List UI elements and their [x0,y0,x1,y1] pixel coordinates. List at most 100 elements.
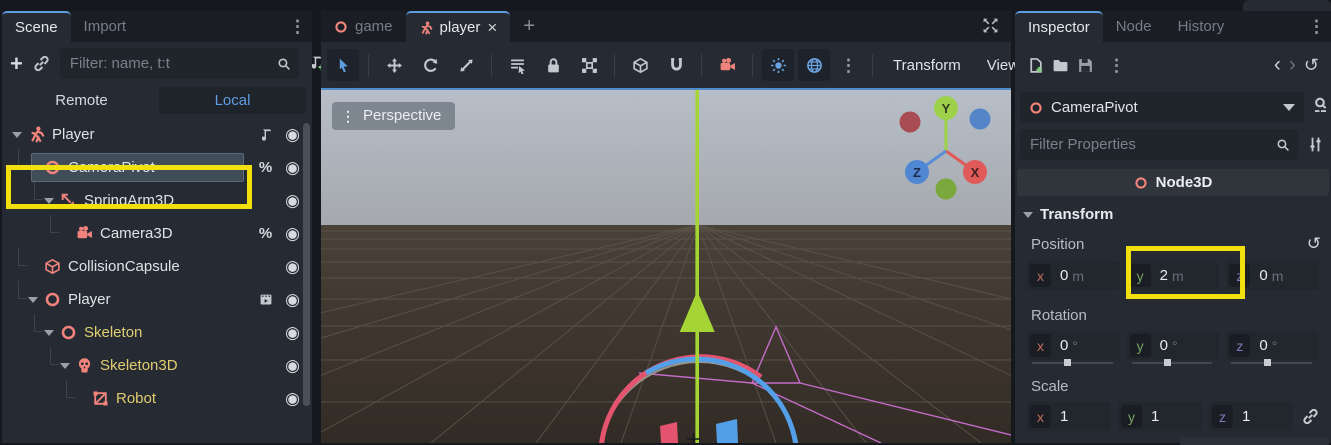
scale-tool-button[interactable] [450,49,482,81]
property-tools-icon[interactable] [1304,136,1326,153]
tree-row-skeleton3d[interactable]: Skeleton3D ◉ [2,349,312,382]
chevron-down-icon[interactable] [28,165,38,171]
tab-history[interactable]: History [1165,11,1238,42]
property-filter-box[interactable] [1020,129,1298,160]
chevron-down-icon[interactable] [28,297,38,303]
tree-row-robot[interactable]: Robot ◉ [2,382,312,406]
visibility-eye-icon[interactable]: ◉ [279,389,306,407]
remote-button[interactable]: Remote [8,87,155,114]
tree-row-player[interactable]: Player ◉ [2,118,312,151]
resource-menu-icon[interactable]: ⋮ [1102,57,1131,74]
position-z-field[interactable]: z 0 m [1226,261,1319,290]
visibility-eye-icon[interactable]: ◉ [279,224,306,244]
node3d-circle-icon [1134,176,1148,190]
tree-row-skeleton[interactable]: Skeleton ◉ [2,316,312,349]
new-resource-icon[interactable] [1027,57,1044,74]
visibility-eye-icon[interactable]: ◉ [279,323,306,343]
rotate-tool-button[interactable] [414,49,446,81]
list-select-button[interactable] [501,49,533,81]
chevron-down-icon[interactable] [60,363,70,369]
rotation-y-field[interactable]: y 0 ° [1127,331,1220,360]
viewport-3d[interactable]: ⋮ Perspective Y X Z [321,88,1011,443]
tab-inspector[interactable]: Inspector [1015,11,1103,42]
move-tool-button[interactable] [378,49,410,81]
movie-clapper-icon[interactable] [259,293,273,307]
scene-filter-input[interactable] [68,54,271,73]
tree-row-collisioncapsule[interactable]: CollisionCapsule ◉ [2,250,312,283]
property-filter-input[interactable] [1028,135,1270,154]
inspector-menu-icon[interactable]: ⋮ [1302,11,1331,42]
unique-name-percent-icon[interactable]: % [252,225,279,242]
snap-magnet-button[interactable] [660,49,692,81]
visibility-eye-icon[interactable]: ◉ [279,290,306,310]
rotation-x-field[interactable]: x 0 ° [1027,331,1120,360]
local-button[interactable]: Local [159,87,306,114]
transform-section-header[interactable]: Transform [1015,196,1331,227]
new-scene-tab-button[interactable]: + [510,11,548,42]
camera-preview-button[interactable] [711,49,743,81]
tree-row-player2[interactable]: Player ◉ [2,283,312,316]
preview-sun-toggle[interactable] [762,49,794,81]
scale-z-value: 1 [1242,408,1250,425]
tree-row-camera3d[interactable]: Camera3D % ◉ [2,217,312,250]
local-space-button[interactable] [624,49,656,81]
visibility-eye-icon[interactable]: ◉ [279,191,306,211]
sun-environment-menu-icon[interactable]: ⋮ [834,57,863,74]
tab-player-scene[interactable]: player × [406,11,511,42]
group-icon[interactable] [573,49,605,81]
tree-indent-guide [34,182,43,200]
inspector-dock: Inspector Node History ⋮ ⋮ ‹ › ↺ CameraP… [1015,11,1331,443]
script-icon[interactable] [259,128,273,142]
tree-item-label: Player [52,126,95,143]
rotation-y-slider[interactable] [1132,362,1213,364]
visibility-eye-icon[interactable]: ◉ [279,356,306,376]
scale-z-field[interactable]: z 1 [1209,402,1293,431]
class-header[interactable]: Node3D [1017,169,1329,196]
save-icon[interactable] [1077,57,1094,74]
mesh-icon [92,390,109,406]
expand-viewport-icon[interactable] [982,17,999,39]
rotation-x-slider[interactable] [1032,362,1113,364]
select-tool-button[interactable] [327,49,359,81]
tree-indent-guide [18,248,27,266]
instance-scene-icon[interactable] [33,55,50,72]
tab-node[interactable]: Node [1103,11,1165,42]
rotation-y-value: 0 [1160,337,1168,354]
tab-import[interactable]: Import [71,11,140,42]
edited-object-selector[interactable]: CameraPivot [1020,92,1304,123]
tree-row-springarm3d[interactable]: SpringArm3D ◉ [2,184,312,217]
unique-name-percent-icon[interactable]: % [252,159,279,176]
add-node-button[interactable]: + [10,53,23,75]
history-forward-icon[interactable]: › [1289,53,1296,77]
position-y-field[interactable]: y 2 m [1127,261,1220,290]
preview-environment-toggle[interactable] [798,49,830,81]
tree-row-camerapivot[interactable]: CameraPivot % ◉ [2,151,312,184]
axis-orientation-gizmo[interactable]: Y X Z [891,94,1001,204]
scene-filter-box[interactable] [60,48,299,79]
visibility-eye-icon[interactable]: ◉ [279,158,306,178]
revert-icon[interactable]: ↺ [1307,234,1321,254]
transform-menu[interactable]: Transform [882,57,972,74]
close-icon[interactable]: × [487,18,497,38]
open-docs-icon[interactable] [1309,97,1331,114]
history-back-icon[interactable]: ‹ [1274,53,1281,77]
load-resource-folder-icon[interactable] [1052,57,1069,74]
scale-link-chain-icon[interactable] [1302,408,1319,425]
chevron-down-icon[interactable] [12,132,22,138]
rotation-z-field[interactable]: z 0 ° [1226,331,1319,360]
chevron-down-icon[interactable] [44,198,54,204]
perspective-button[interactable]: ⋮ Perspective [332,102,455,130]
chevron-down-icon[interactable] [44,330,54,336]
position-x-field[interactable]: x 0 m [1027,261,1120,290]
scale-x-field[interactable]: x 1 [1027,402,1111,431]
visibility-eye-icon[interactable]: ◉ [279,125,306,145]
scale-y-field[interactable]: y 1 [1118,402,1202,431]
scene-dock-menu-icon[interactable]: ⋮ [283,11,312,42]
lock-icon[interactable] [537,49,569,81]
node3d-circle-icon [44,291,61,308]
object-history-icon[interactable]: ↺ [1304,55,1319,76]
tab-game-scene[interactable]: game [321,11,406,42]
visibility-eye-icon[interactable]: ◉ [279,257,306,277]
rotation-z-slider[interactable] [1231,362,1312,364]
tab-scene[interactable]: Scene [2,11,71,42]
